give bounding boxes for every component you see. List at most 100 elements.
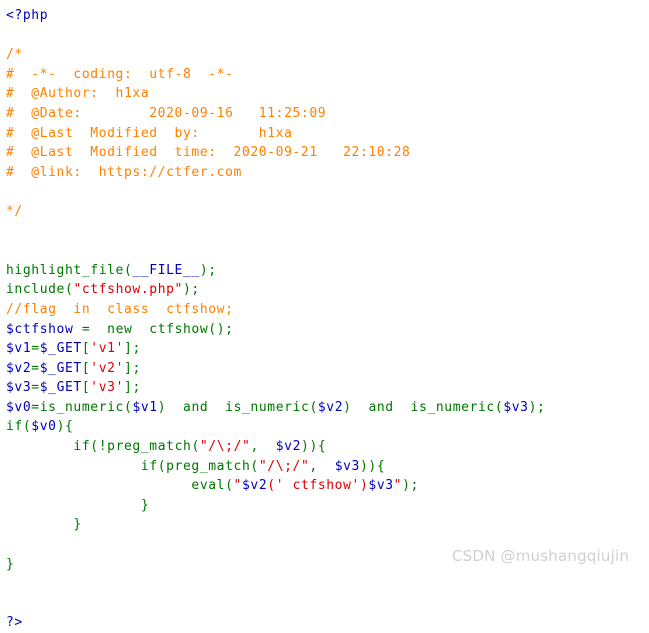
- key-v2: 'v2': [90, 360, 125, 376]
- str-regex-semicolon: "/\;/": [258, 458, 310, 474]
- brace-open: {: [376, 458, 386, 474]
- code-line-blank-1: [6, 26, 649, 46]
- paren-close: ): [402, 478, 411, 494]
- var-v2: $v2: [241, 478, 268, 494]
- code-line-blank-6: [6, 574, 649, 594]
- code-line-v1-assign: $v1=$_GET['v1'];: [6, 339, 649, 359]
- kw-if: if: [140, 458, 158, 474]
- comma: ,: [309, 458, 318, 474]
- class-ctfshow: ctfshow(): [149, 321, 226, 337]
- str-regex-semicolon: "/\;/": [199, 439, 251, 455]
- php-close-tag: ?>: [6, 615, 23, 631]
- kw-if: if: [73, 439, 91, 455]
- var-v3: $v3: [503, 399, 529, 415]
- brace-close: }: [73, 517, 82, 533]
- code-line-v2-assign: $v2=$_GET['v2'];: [6, 359, 649, 379]
- code-line-open-tag: <?php: [6, 6, 649, 26]
- comment-link: # @link: https://ctfer.com: [6, 164, 242, 180]
- var-v3: $v3: [6, 380, 32, 396]
- comment-coding: # -*- coding: utf-8 -*-: [6, 66, 234, 82]
- paren-close: ): [528, 399, 538, 415]
- paren-close: ): [309, 439, 318, 455]
- paren-open: (: [90, 439, 99, 455]
- code-line-blank-4: [6, 241, 649, 261]
- superglobal-get: $_GET: [39, 360, 82, 376]
- op-not: !: [98, 439, 108, 455]
- op-assign: =: [81, 321, 91, 337]
- op-assign: =: [31, 360, 40, 376]
- key-v3: 'v3': [90, 380, 125, 396]
- code-block: <?php /* # -*- coding: utf-8 -*- # @Author…: [6, 6, 649, 633]
- code-line-new-ctfshow: $ctfshow = new ctfshow();: [6, 320, 649, 340]
- op-assign: =: [31, 399, 40, 415]
- code-line-include: include("ctfshow.php");: [6, 280, 649, 300]
- code-line-brace-close-mid: }: [6, 515, 649, 535]
- php-open-tag: <?php: [6, 8, 49, 23]
- code-line-comment-author: # @Author: h1xa: [6, 84, 649, 104]
- semicolon: ;: [208, 262, 217, 278]
- code-line-brace-close-inner: }: [6, 496, 649, 516]
- paren-open: (: [157, 458, 167, 474]
- semicolon: ;: [132, 380, 141, 396]
- code-line-if-v0: if($v0){: [6, 417, 649, 437]
- var-v3: $v3: [334, 458, 360, 474]
- op-assign: =: [31, 341, 40, 357]
- fn-highlight-file: highlight_file: [6, 262, 124, 278]
- comment-open: /*: [6, 47, 23, 63]
- str-eval-quote-open: ": [233, 478, 242, 494]
- const-file: __FILE__: [132, 262, 200, 278]
- code-line-blank-7: [6, 594, 649, 614]
- paren-close: ): [56, 419, 66, 435]
- code-line-eval: eval("$v2(' ctfshow')$v3");: [6, 476, 649, 496]
- key-v1: 'v1': [90, 341, 125, 357]
- code-line-if-preg-v3: if(preg_match("/\;/", $v3)){: [6, 457, 649, 477]
- paren-close: ): [368, 458, 377, 474]
- comment-close: */: [6, 203, 23, 219]
- paren-close: ): [343, 399, 352, 415]
- comment-last-modified-time: # @Last Modified time: 2020-09-21 22:10:…: [6, 145, 411, 161]
- op-assign: =: [31, 380, 40, 396]
- comment-author: # @Author: h1xa: [6, 86, 150, 102]
- kw-if: if: [6, 419, 23, 435]
- fn-is-numeric: is_numeric: [225, 399, 310, 415]
- str-eval-middle: (' ctfshow'): [267, 478, 369, 494]
- fn-is-numeric: is_numeric: [39, 399, 124, 415]
- code-line-v0-assign: $v0=is_numeric($v1) and is_numeric($v2) …: [6, 398, 649, 418]
- var-v1: $v1: [6, 341, 32, 357]
- code-line-comment-coding: # -*- coding: utf-8 -*-: [6, 65, 649, 85]
- kw-new: new: [107, 321, 133, 337]
- code-line-highlight-file: highlight_file(__FILE__);: [6, 261, 649, 281]
- paren-open: (: [309, 399, 318, 415]
- code-line-comment-open: /*: [6, 45, 649, 65]
- paren-open: (: [250, 458, 259, 474]
- code-line-comment-link: # @link: https://ctfer.com: [6, 163, 649, 183]
- str-eval-quote-close: ": [393, 478, 403, 494]
- var-ctfshow: $ctfshow: [6, 321, 74, 337]
- code-line-if-not-preg-v2: if(!preg_match("/\;/", $v2)){: [6, 437, 649, 457]
- code-line-comment-close: */: [6, 202, 649, 222]
- kw-include: include: [6, 282, 65, 298]
- php-source-listing: <?php /* # -*- coding: utf-8 -*- # @Author…: [0, 0, 649, 633]
- fn-eval: eval: [191, 478, 226, 494]
- kw-and: and: [368, 399, 394, 415]
- semicolon: ;: [191, 282, 200, 298]
- paren-close: ): [157, 399, 167, 415]
- paren-open: (: [225, 478, 234, 494]
- superglobal-get: $_GET: [39, 380, 82, 396]
- code-line-comment-date: # @Date: 2020-09-16 11:25:09: [6, 104, 649, 124]
- kw-and: and: [183, 399, 209, 415]
- semicolon: ;: [132, 360, 141, 376]
- code-line-comment-lastmod-by: # @Last Modified by: h1xa: [6, 124, 649, 144]
- comment-flag-hint: //flag in class ctfshow;: [6, 301, 234, 317]
- code-line-blank-2: [6, 182, 649, 202]
- code-line-blank-3: [6, 222, 649, 242]
- brace-open: {: [317, 439, 327, 455]
- var-v0: $v0: [6, 399, 32, 415]
- brace-close: }: [6, 556, 15, 572]
- var-v2: $v2: [6, 360, 32, 376]
- code-line-comment-lastmod-time: # @Last Modified time: 2020-09-21 22:10:…: [6, 143, 649, 163]
- comma: ,: [250, 439, 259, 455]
- semicolon: ;: [537, 399, 546, 415]
- str-ctfshow-php: "ctfshow.php": [73, 282, 183, 298]
- var-v0: $v0: [31, 419, 57, 435]
